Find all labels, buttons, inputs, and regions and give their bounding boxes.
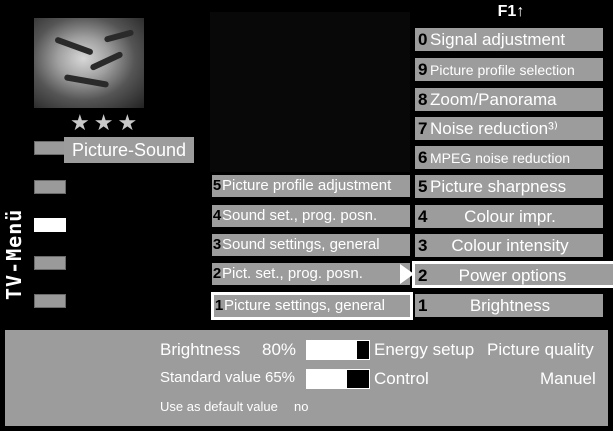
right-menu-item[interactable]: 9 Picture profile selection <box>415 58 603 81</box>
menu-label: Noise reduction³⁾ <box>430 119 558 138</box>
menu-label: Signal adjustment <box>430 30 566 49</box>
menu-label: Picture profile adjustment <box>222 177 392 194</box>
menu-number: 4 <box>418 207 428 226</box>
default-value-label: Use as default value <box>160 399 278 414</box>
menu-number: 2 <box>418 266 428 285</box>
menu-label: Power options <box>458 266 567 285</box>
brightness-slider[interactable] <box>306 340 370 360</box>
up-arrow-icon: ↑ <box>516 3 525 20</box>
f1-help-indicator: F1↑ <box>488 2 534 22</box>
tv-menu-title: TV-Menü <box>2 208 26 300</box>
menu-label: Colour impr. <box>464 207 556 226</box>
default-value: no <box>294 399 309 414</box>
picture-sound-label[interactable]: Picture-Sound <box>64 137 195 163</box>
middle-menu-item[interactable]: 5Picture profile adjustment <box>212 175 410 197</box>
standard-value-label: Standard value <box>160 369 261 386</box>
right-menu-item[interactable]: 1 Brightness <box>415 294 603 317</box>
right-menu-item[interactable]: 8 Zoom/Panorama <box>415 88 603 111</box>
menu-label: Sound settings, general <box>222 236 380 253</box>
menu-number: 8 <box>418 90 428 109</box>
right-menu-item[interactable]: 6 MPEG noise reduction <box>415 146 603 169</box>
side-menu-item-2[interactable] <box>34 180 66 194</box>
right-menu-item[interactable]: 7 Noise reduction³⁾ <box>415 117 603 140</box>
right-menu-item-selected[interactable]: 2 Power options <box>412 261 613 288</box>
menu-number: 5 <box>418 177 428 196</box>
middle-menu-item[interactable]: 4Sound set., prog. posn. <box>212 205 410 227</box>
menu-label: MPEG noise reduction <box>430 150 571 166</box>
menu-label: Picture sharpness <box>430 177 567 196</box>
middle-menu-background <box>210 12 410 172</box>
menu-number: 3 <box>418 236 428 255</box>
standard-value: 65% <box>265 369 296 386</box>
middle-menu-item[interactable]: 2Pict. set., prog. posn. <box>212 263 410 285</box>
menu-label: Pict. set., prog. posn. <box>222 265 363 282</box>
menu-number: 0 <box>418 30 428 49</box>
manuel-label: Manuel <box>540 369 596 388</box>
side-menu-item-1[interactable] <box>34 141 66 155</box>
menu-number: 9 <box>418 60 428 79</box>
menu-label: Zoom/Panorama <box>430 90 557 109</box>
right-menu-item[interactable]: 3 Colour intensity <box>415 234 603 257</box>
menu-number: 3 <box>212 236 222 253</box>
menu-number: 6 <box>418 148 428 167</box>
standard-fill <box>307 370 348 388</box>
side-menu-item-5[interactable] <box>34 294 66 308</box>
middle-menu-item[interactable]: 3Sound settings, general <box>212 234 410 256</box>
menu-number: 1 <box>418 296 428 315</box>
brightness-label: Brightness <box>160 340 241 359</box>
side-menu-item-3-selected[interactable] <box>34 218 66 232</box>
standard-slider[interactable] <box>306 369 370 389</box>
menu-label: Sound set., prog. posn. <box>222 207 378 224</box>
side-menu-item-4[interactable] <box>34 256 66 270</box>
tiger-image <box>34 18 144 108</box>
menu-number: 1 <box>214 297 224 314</box>
menu-number: 5 <box>212 177 222 194</box>
brightness-value: 80% <box>262 340 297 359</box>
brightness-fill <box>307 341 357 359</box>
menu-number: 2 <box>212 265 222 282</box>
right-menu-item[interactable]: 5 Picture sharpness <box>415 175 603 198</box>
f1-label: F1 <box>497 3 517 20</box>
menu-label: Picture settings, general <box>224 297 385 314</box>
menu-number: 7 <box>418 119 428 138</box>
menu-label: Colour intensity <box>451 236 569 255</box>
control-label: Control <box>374 369 429 388</box>
right-menu-item[interactable]: 4 Colour impr. <box>415 205 603 228</box>
menu-label: Picture profile selection <box>430 62 575 78</box>
energy-setup-label: Energy setup <box>374 340 475 359</box>
menu-number: 4 <box>212 207 222 224</box>
rating-stars: ★★★ <box>70 110 142 135</box>
middle-menu-item-selected[interactable]: 1Picture settings, general <box>211 292 413 320</box>
menu-label: Brightness <box>469 296 551 315</box>
picture-quality-label: Picture quality <box>487 340 594 359</box>
right-menu-item[interactable]: 0 Signal adjustment <box>415 28 603 51</box>
